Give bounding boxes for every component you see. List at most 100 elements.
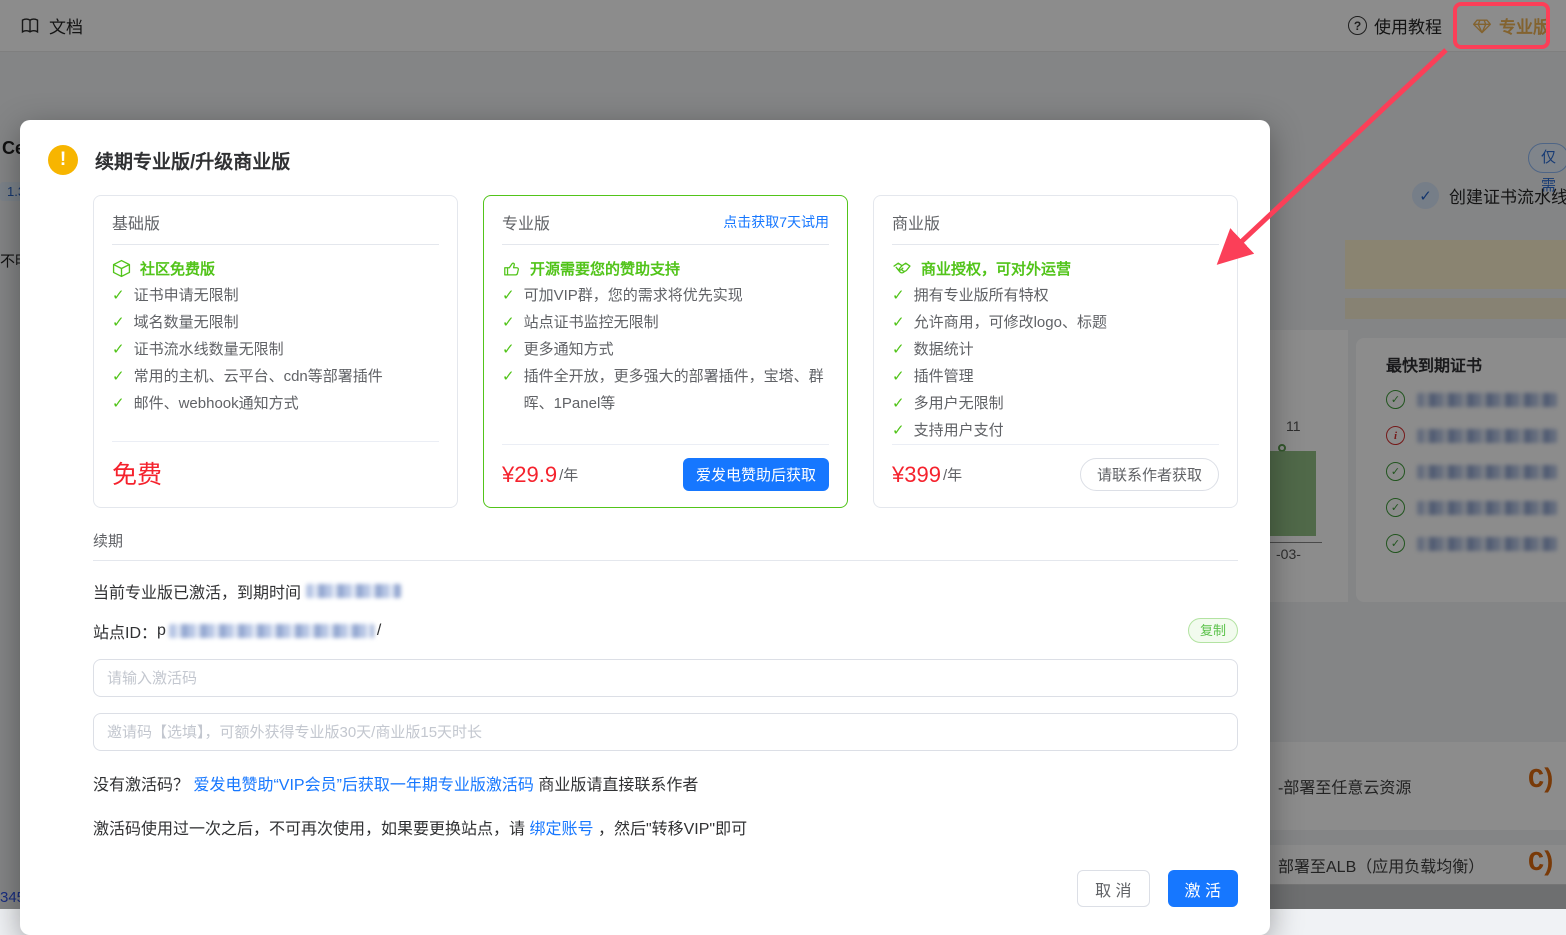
trial-link[interactable]: 点击获取7天试用 [723,212,829,232]
contact-author-button[interactable]: 请联系作者获取 [1079,458,1219,491]
check-icon: ✓ [112,314,125,331]
plan-feature: ✓ 插件全开放，更多强大的部署插件，宝塔、群晖、1Panel等 [502,363,829,417]
cancel-button[interactable]: 取 消 [1077,870,1150,907]
modal-footer: 取 消 激 活 [52,870,1238,907]
upgrade-modal: ! 续期专业版/升级商业版 基础版 社区免费版 ✓ 证书申请无限制 ✓ 域名数量无限制… [20,120,1270,935]
plan-feature-text: 更多通知方式 [523,341,614,358]
redacted-expiry-date [306,584,402,598]
site-id-prefix: p [157,621,166,639]
check-icon: ✓ [112,368,125,385]
plan-highlight-text: 开源需要您的赞助支持 [530,261,681,278]
plan-feature: ✓ 常用的主机、云平台、cdn等部署插件 [112,363,439,390]
plan-feature: ✓ 多用户无限制 [892,390,1219,417]
plan-feature: ✓ 邮件、webhook通知方式 [112,390,439,417]
code-inputs [93,659,1238,751]
plan-feature-text: 证书申请无限制 [133,287,239,304]
plan-feature-text: 插件全开放，更多强大的部署插件，宝塔、群晖、1Panel等 [523,368,824,412]
plan-feature-text: 允许商用，可修改logo、标题 [913,314,1107,331]
plan-name: 商业版 [892,216,941,233]
plan-card-pro: 专业版 点击获取7天试用 开源需要您的赞助支持 ✓ 可加VIP群，您的需求将优先实… [483,195,848,508]
plan-price: 免费 [112,461,163,489]
check-icon: ✓ [502,341,515,358]
plan-feature-text: 拥有专业版所有特权 [913,287,1049,304]
plan-feature-text: 站点证书监控无限制 [523,314,659,331]
check-icon: ✓ [892,341,905,358]
plan-feature-text: 邮件、webhook通知方式 [133,395,299,412]
check-icon: ✓ [892,395,905,412]
check-icon: ✓ [892,287,905,304]
check-icon: ✓ [892,368,905,385]
plan-header: 基础版 [112,210,439,245]
plan-price-unit: /年 [942,467,963,484]
activate-button[interactable]: 激 活 [1167,870,1238,907]
activation-status-text: 当前专业版已激活，到期时间 [93,585,302,602]
sponsor-link[interactable]: 爱发电赞助“VIP会员”后获取一年期专业版激活码 [193,777,533,794]
plan-price: ¥399 [892,461,941,487]
modal-title: 续期专业版/升级商业版 [95,151,291,173]
cube-icon [112,259,131,278]
plan-feature-text: 数据统计 [913,341,974,358]
site-id-line: 站点ID： p / 复制 [93,618,1238,643]
site-id-suffix: / [376,621,382,639]
plan-feature: ✓ 更多通知方式 [502,336,829,363]
copy-button[interactable]: 复制 [1187,618,1238,643]
bind-account-link[interactable]: 绑定账号 [529,821,593,838]
plan-feature-text: 多用户无限制 [913,395,1004,412]
plan-feature: ✓ 支持用户支付 [892,417,1219,444]
plan-feature: ✓ 插件管理 [892,363,1219,390]
plan-price-row: ¥29.9 /年 爱发电赞助后获取 [502,444,829,491]
check-icon: ✓ [892,422,905,439]
redacted-site-id [168,623,374,638]
check-icon: ✓ [502,287,515,304]
plan-header: 专业版 点击获取7天试用 [502,210,829,245]
plan-card-business: 商业版 商业授权，可对外运营 ✓ 拥有专业版所有特权 ✓ 允许商用，可修改logo、标… [873,195,1238,508]
help2-prefix: 激活码使用过一次之后，不可再次使用，如果要更换站点，请 [93,821,526,838]
plan-feature: ✓ 允许商用，可修改logo、标题 [892,309,1219,336]
plan-cards: 基础版 社区免费版 ✓ 证书申请无限制 ✓ 域名数量无限制 ✓ 证书流水线数量无限制 ✓ 常用… [93,195,1238,508]
check-icon: ✓ [892,314,905,331]
check-icon: ✓ [502,368,515,385]
renew-section-label: 续期 [93,530,1238,561]
plan-header: 商业版 [892,210,1219,245]
plan-feature: ✓ 域名数量无限制 [112,309,439,336]
check-icon: ✓ [112,395,125,412]
plan-name: 专业版 [502,216,551,233]
plan-feature-text: 证书流水线数量无限制 [133,341,284,358]
help1-suffix: 商业版请直接联系作者 [538,777,699,794]
plan-highlight: 商业授权，可对外运营 [892,258,1219,279]
plan-feature: ✓ 证书申请无限制 [112,282,439,309]
invite-code-input[interactable] [93,713,1238,751]
plan-highlight: 社区免费版 [112,258,439,279]
check-icon: ✓ [112,341,125,358]
help-line-2: 激活码使用过一次之后，不可再次使用，如果要更换站点，请 绑定账号 ，然后"转移V… [93,815,1238,839]
plan-price: ¥29.9 [502,461,558,487]
sponsor-get-button[interactable]: 爱发电赞助后获取 [682,458,829,491]
renew-section: 续期 当前专业版已激活，到期时间 站点ID： p / 复制 没有激活码？ 爱发电… [93,530,1238,839]
plan-feature: ✓ 站点证书监控无限制 [502,309,829,336]
plan-feature-text: 常用的主机、云平台、cdn等部署插件 [133,368,383,385]
plan-feature: ✓ 证书流水线数量无限制 [112,336,439,363]
plan-feature-text: 可加VIP群，您的需求将优先实现 [523,287,743,304]
plan-feature: ✓ 数据统计 [892,336,1219,363]
help-line-1: 没有激活码？ 爱发电赞助“VIP会员”后获取一年期专业版激活码 商业版请直接联系… [93,771,1238,795]
warning-circle-icon: ! [48,145,78,175]
activation-code-input[interactable] [93,659,1238,697]
plan-price-unit: /年 [559,467,579,484]
check-icon: ✓ [502,314,515,331]
modal-header: ! 续期专业版/升级商业版 [20,120,1270,183]
handshake-icon [893,262,911,274]
help2-suffix: ，然后"转移VIP"即可 [597,821,748,838]
plan-price-row: 免费 [112,441,439,491]
plan-feature-text: 插件管理 [913,368,974,385]
check-icon: ✓ [112,287,125,304]
help1-prefix: 没有激活码？ [93,777,190,794]
plan-feature-list: ✓ 证书申请无限制 ✓ 域名数量无限制 ✓ 证书流水线数量无限制 ✓ 常用的主机、云平台、cd… [112,282,439,417]
plan-price-row: ¥399 /年 请联系作者获取 [892,444,1219,491]
plan-highlight-text: 商业授权，可对外运营 [921,261,1072,278]
plan-highlight-text: 社区免费版 [140,261,216,278]
plan-highlight: 开源需要您的赞助支持 [502,258,829,279]
thumbs-up-icon [504,262,519,276]
plan-feature-text: 支持用户支付 [913,422,1004,439]
plan-feature-text: 域名数量无限制 [133,314,239,331]
plan-card-basic: 基础版 社区免费版 ✓ 证书申请无限制 ✓ 域名数量无限制 ✓ 证书流水线数量无限制 ✓ 常用… [93,195,458,508]
